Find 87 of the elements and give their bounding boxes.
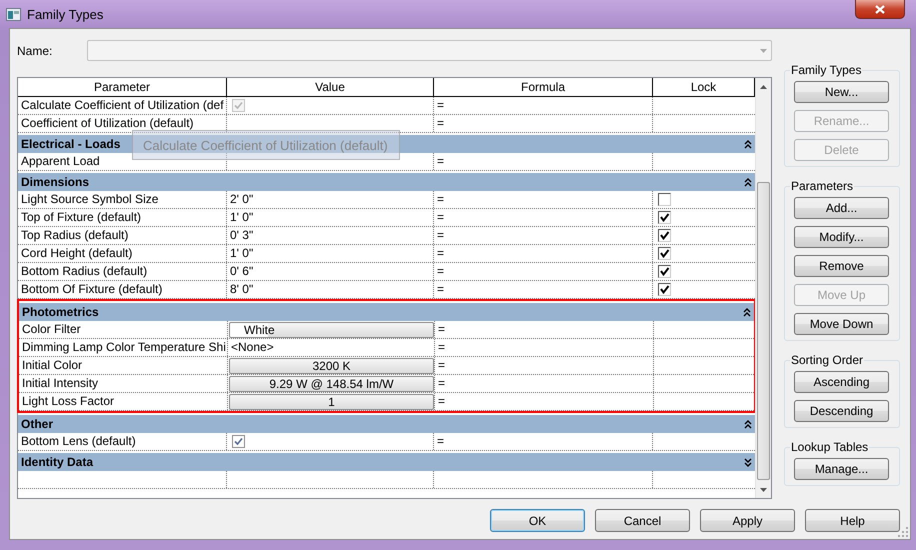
parameter-name: Cord Height (default) xyxy=(18,245,227,262)
lock-checkbox[interactable] xyxy=(658,229,671,242)
name-label: Name: xyxy=(17,44,54,58)
lock-checkbox[interactable] xyxy=(658,211,671,224)
value-cell[interactable]: 1' 0" xyxy=(227,245,434,262)
side-button[interactable]: Ascending xyxy=(794,371,889,393)
formula-cell[interactable]: = xyxy=(434,433,653,450)
window-title: Family Types xyxy=(27,6,104,22)
parameter-name: Initial Color xyxy=(19,357,228,374)
resize-grip-icon[interactable] xyxy=(898,527,908,537)
dialog-button[interactable]: Apply xyxy=(700,509,795,532)
formula-cell[interactable]: = xyxy=(434,153,653,170)
lock-checkbox[interactable] xyxy=(658,193,671,206)
formula-cell[interactable]: = xyxy=(434,281,653,298)
value-checkbox[interactable] xyxy=(232,435,245,448)
parameter-name: Light Source Symbol Size xyxy=(18,191,227,208)
color-picker-button[interactable]: White xyxy=(229,322,434,338)
parameter-name: Color Filter xyxy=(19,321,228,338)
group-label: Family Types xyxy=(790,63,862,77)
drag-preview: Calculate Coefficient of Utilization (default) xyxy=(132,130,400,160)
value-cell[interactable]: 8' 0" xyxy=(227,281,434,298)
group-label: Parameters xyxy=(790,179,854,193)
window-icon xyxy=(6,8,21,20)
group-label: Lookup Tables xyxy=(790,440,870,454)
formula-cell[interactable]: = xyxy=(435,357,654,374)
side-button[interactable]: Manage... xyxy=(794,458,889,480)
value-cell[interactable]: 2' 0" xyxy=(227,191,434,208)
parameter-name: Calculate Coefficient of Utilization (def xyxy=(18,97,227,114)
group-title: Other xyxy=(21,417,54,431)
formula-cell[interactable]: = xyxy=(434,209,653,226)
scroll-up-icon[interactable] xyxy=(759,84,768,90)
parameter-name: Bottom Lens (default) xyxy=(18,433,227,450)
formula-cell[interactable]: = xyxy=(435,375,654,392)
dialog-button[interactable]: OK xyxy=(490,509,585,532)
scroll-down-icon[interactable] xyxy=(759,487,768,493)
collapse-icon[interactable] xyxy=(744,420,752,428)
side-button[interactable]: Modify... xyxy=(794,226,889,248)
formula-cell[interactable]: = xyxy=(435,321,654,338)
value-button[interactable]: 9.29 W @ 148.54 lm/W xyxy=(229,376,434,392)
side-button[interactable]: Move Down xyxy=(794,313,889,335)
parameter-name: Top of Fixture (default) xyxy=(18,209,227,226)
expand-icon[interactable] xyxy=(744,458,752,466)
collapse-icon[interactable] xyxy=(744,178,752,186)
group-title: Dimensions xyxy=(21,175,90,189)
formula-cell[interactable]: = xyxy=(434,191,653,208)
side-button[interactable]: Remove xyxy=(794,255,889,277)
column-header[interactable]: Value xyxy=(227,78,434,96)
formula-cell[interactable]: = xyxy=(434,227,653,244)
parameter-name: Apparent Load xyxy=(18,153,227,170)
value-cell[interactable]: 0' 6" xyxy=(227,263,434,280)
parameter-name: Initial Intensity xyxy=(19,375,228,392)
lock-checkbox[interactable] xyxy=(658,247,671,260)
formula-cell[interactable]: = xyxy=(434,245,653,262)
close-icon xyxy=(875,4,885,14)
parameter-name: Bottom Radius (default) xyxy=(18,263,227,280)
parameter-name: Dimming Lamp Color Temperature Shi xyxy=(19,339,228,356)
group-title: Identity Data xyxy=(21,455,94,469)
side-button[interactable]: Descending xyxy=(794,400,889,422)
group-label: Sorting Order xyxy=(790,353,864,367)
dialog-button[interactable]: Help xyxy=(805,509,900,532)
scroll-thumb[interactable] xyxy=(757,182,770,480)
scrollbar[interactable] xyxy=(755,78,771,498)
formula-cell[interactable]: = xyxy=(434,263,653,280)
formula-cell[interactable]: = xyxy=(435,339,654,356)
value-cell[interactable]: 1' 0" xyxy=(227,209,434,226)
formula-cell[interactable]: = xyxy=(435,393,654,410)
parameter-name: Coefficient of Utilization (default) xyxy=(18,115,227,132)
value-button[interactable]: 1 xyxy=(229,394,434,410)
value-button[interactable]: 3200 K xyxy=(229,358,434,374)
parameter-name: Bottom Of Fixture (default) xyxy=(18,281,227,298)
parameter-name: Top Radius (default) xyxy=(18,227,227,244)
value-cell[interactable]: 0' 3" xyxy=(227,227,434,244)
side-button[interactable]: Add... xyxy=(794,197,889,219)
lock-checkbox[interactable] xyxy=(658,283,671,296)
collapse-icon[interactable] xyxy=(744,140,752,148)
group-title: Electrical - Loads xyxy=(21,137,120,151)
parameter-name: Light Loss Factor xyxy=(19,393,228,410)
collapse-icon[interactable] xyxy=(743,308,751,316)
dialog-button[interactable]: Cancel xyxy=(595,509,690,532)
column-header[interactable]: Formula xyxy=(434,78,653,96)
value-cell[interactable]: <None> xyxy=(228,339,435,356)
column-header[interactable]: Parameter xyxy=(18,78,227,96)
group-title: Photometrics xyxy=(22,305,99,319)
close-button[interactable] xyxy=(855,0,905,19)
formula-cell[interactable]: = xyxy=(434,115,653,132)
side-button[interactable]: New... xyxy=(794,81,889,103)
lock-checkbox[interactable] xyxy=(658,265,671,278)
